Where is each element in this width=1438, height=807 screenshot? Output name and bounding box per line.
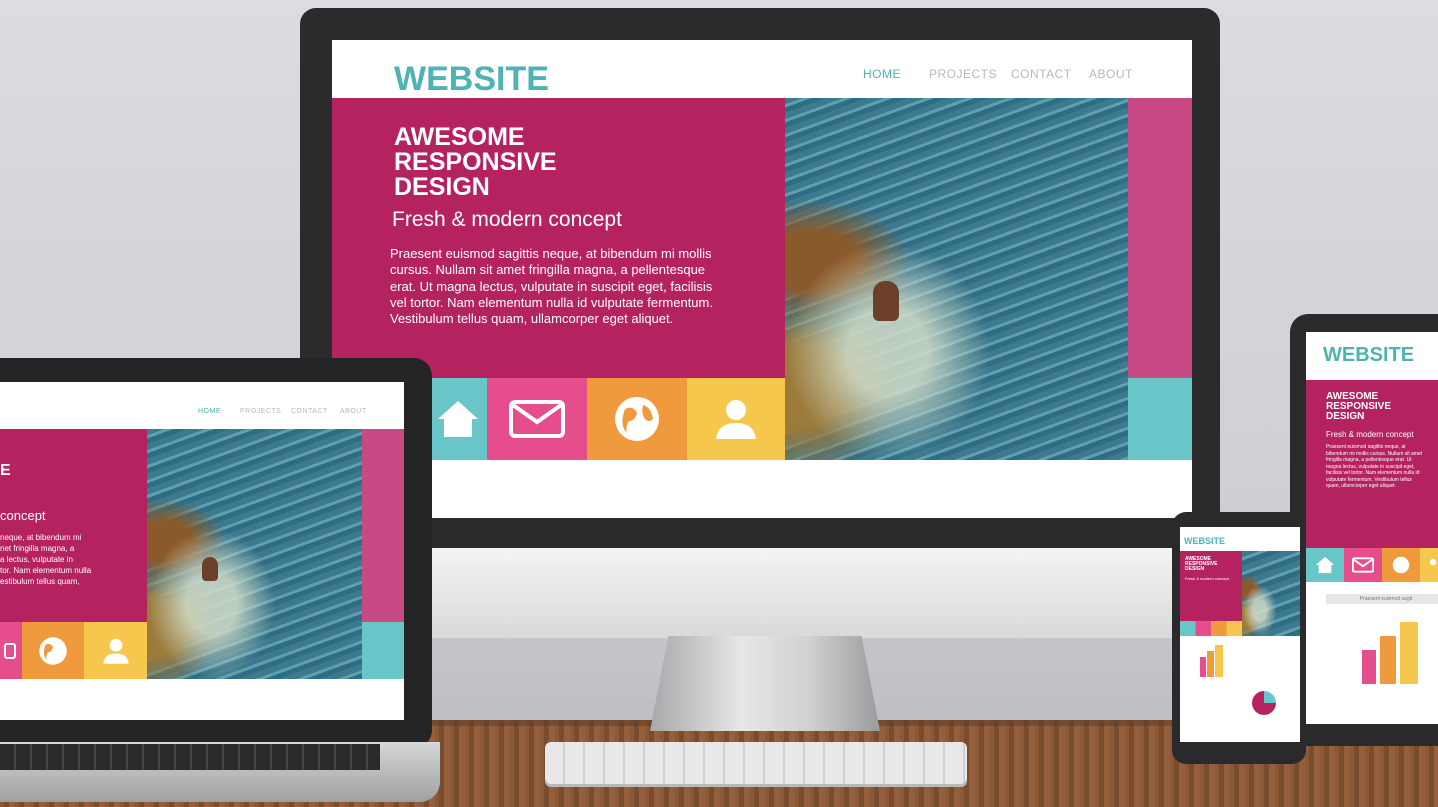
tablet-tile-home[interactable]: [1306, 548, 1344, 582]
hero-body: Praesent euismod sagittis neque, at bibe…: [390, 246, 713, 327]
nav-home[interactable]: HOME: [863, 67, 901, 81]
swimmer-figure: [873, 281, 899, 321]
monitor-chin: [300, 548, 1220, 638]
laptop-hero-subtitle: concept: [0, 508, 46, 523]
laptop-side-accent-cyan: [362, 622, 404, 679]
hero-title: AWESOME RESPONSIVE DESIGN: [394, 123, 557, 201]
phone-hero-subtitle: Fresh & modern concept: [1185, 576, 1229, 581]
laptop-side-accent: [362, 429, 404, 622]
monitor-screen: WEBSITE HOME PROJECTS CONTACT ABOUT AWES…: [332, 40, 1192, 518]
laptop-nav-projects[interactable]: PROJECTS: [240, 408, 281, 415]
site-logo[interactable]: WEBSITE: [394, 60, 549, 99]
user-icon: [1426, 558, 1438, 572]
mail-icon: [1352, 557, 1374, 573]
tile-user[interactable]: [687, 378, 785, 460]
laptop-tile-user[interactable]: [84, 622, 147, 679]
tablet-tile-mail[interactable]: [1344, 548, 1382, 582]
mail-icon: [4, 642, 18, 660]
monitor-stand: [650, 636, 880, 731]
tablet-caption: Praesent euismod sagit: [1326, 594, 1438, 604]
phone-bar-2: [1207, 651, 1214, 677]
tile-mail[interactable]: [487, 378, 587, 460]
tablet-hero-body: Praesent euismod sagittis neque, at bibe…: [1326, 444, 1423, 489]
phone-bar-1: [1200, 657, 1206, 677]
user-icon: [102, 637, 130, 665]
phone-hero-title: AWESOME RESPONSIVE DESIGN: [1185, 556, 1218, 572]
nav-projects[interactable]: PROJECTS: [929, 67, 997, 81]
keyboard: [545, 742, 967, 784]
laptop-hero-photo: [147, 429, 362, 679]
phone-hero-photo: [1242, 551, 1300, 636]
hero-subtitle: Fresh & modern concept: [392, 208, 622, 231]
tile-globe[interactable]: [587, 378, 687, 460]
laptop-tile-mail[interactable]: [0, 622, 22, 679]
site-header: WEBSITE HOME PROJECTS CONTACT ABOUT: [332, 40, 1192, 98]
tablet-tile-globe[interactable]: [1382, 548, 1420, 582]
laptop-keyboard: [0, 744, 380, 770]
hero-photo: [785, 98, 1128, 460]
mail-icon: [509, 400, 565, 438]
laptop-nav-contact[interactable]: CONTACT: [291, 408, 328, 415]
nav-about[interactable]: ABOUT: [1089, 67, 1133, 81]
side-accent-cyan: [1128, 378, 1192, 460]
phone-bar-3: [1215, 645, 1223, 677]
globe-icon: [38, 636, 68, 666]
tablet-hero-subtitle: Fresh & modern concept: [1326, 430, 1414, 439]
laptop-hero: [0, 429, 147, 622]
globe-icon: [613, 395, 661, 443]
tablet-screen: WEBSITE AWESOME RESPONSIVE DESIGN Fresh …: [1306, 332, 1438, 724]
laptop-nav-about[interactable]: ABOUT: [340, 408, 367, 415]
phone-logo[interactable]: WEBSITE: [1184, 536, 1225, 546]
user-icon: [714, 397, 758, 441]
laptop-swimmer: [202, 557, 218, 581]
tablet-tile-user[interactable]: [1420, 548, 1438, 582]
home-icon: [1315, 555, 1335, 575]
tablet-hero-title: AWESOME RESPONSIVE DESIGN: [1326, 391, 1392, 422]
tablet-bar-2: [1380, 636, 1396, 684]
globe-icon: [1392, 556, 1410, 574]
laptop-nav-home[interactable]: HOME: [198, 408, 221, 415]
nav-contact[interactable]: CONTACT: [1011, 67, 1072, 81]
home-icon: [438, 397, 478, 441]
laptop-tile-globe[interactable]: [22, 622, 84, 679]
laptop-hero-title-fragment: E: [0, 462, 11, 479]
tile-home[interactable]: [429, 378, 487, 460]
tablet-bar-3: [1400, 622, 1418, 684]
phone-pie-chart: [1252, 691, 1276, 715]
laptop-hero-body: neque, at bibendum mi net fringilla magn…: [0, 533, 92, 586]
tablet-bar-1: [1362, 650, 1376, 684]
phone-tiles[interactable]: [1180, 621, 1242, 636]
tablet-logo[interactable]: WEBSITE: [1323, 344, 1414, 367]
laptop-screen: HOME PROJECTS CONTACT ABOUT E concept ne…: [0, 382, 404, 720]
phone-screen: WEBSITE AWESOME RESPONSIVE DESIGN Fresh …: [1180, 527, 1300, 742]
side-accent: [1128, 98, 1192, 378]
